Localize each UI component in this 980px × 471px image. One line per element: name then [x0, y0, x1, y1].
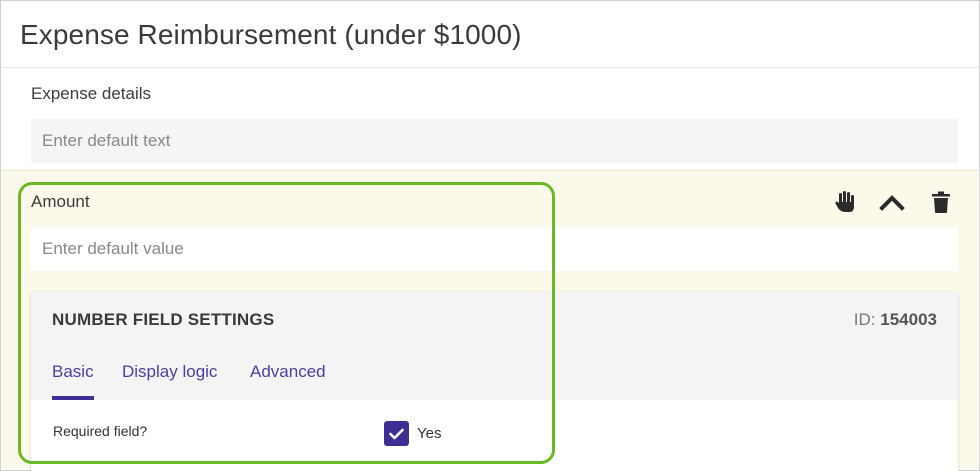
amount-label: Amount: [31, 192, 90, 211]
required-field-label: Required field?: [53, 423, 148, 439]
field-id: ID: 154003: [854, 310, 937, 330]
expense-details-label: Expense details: [31, 84, 152, 103]
settings-header: NUMBER FIELD SETTINGS ID: 154003 Basic D…: [31, 292, 958, 400]
settings-title: NUMBER FIELD SETTINGS: [52, 310, 275, 329]
chevron-up-icon[interactable]: [877, 187, 907, 217]
title-divider: [2, 67, 978, 68]
amount-input[interactable]: [31, 227, 958, 271]
hand-drag-icon[interactable]: [831, 187, 861, 217]
field-id-value: 154003: [880, 310, 937, 329]
required-field-checkbox[interactable]: [384, 421, 409, 446]
form-title: Expense Reimbursement (under $1000): [20, 19, 522, 50]
expense-details-input[interactable]: [31, 119, 958, 163]
form-editor-window: Expense Reimbursement (under $1000) Expe…: [0, 0, 980, 471]
field-id-label: ID:: [853, 310, 876, 329]
tab-basic[interactable]: Basic: [52, 362, 94, 382]
checkmark-icon: [389, 428, 404, 439]
required-field-yes-label: Yes: [417, 425, 442, 442]
active-tab-indicator: [52, 396, 94, 400]
tab-display-logic[interactable]: Display logic: [122, 362, 217, 382]
tab-advanced[interactable]: Advanced: [250, 362, 326, 382]
number-field-settings-panel: NUMBER FIELD SETTINGS ID: 154003 Basic D…: [31, 292, 958, 471]
trash-icon[interactable]: [926, 187, 956, 217]
